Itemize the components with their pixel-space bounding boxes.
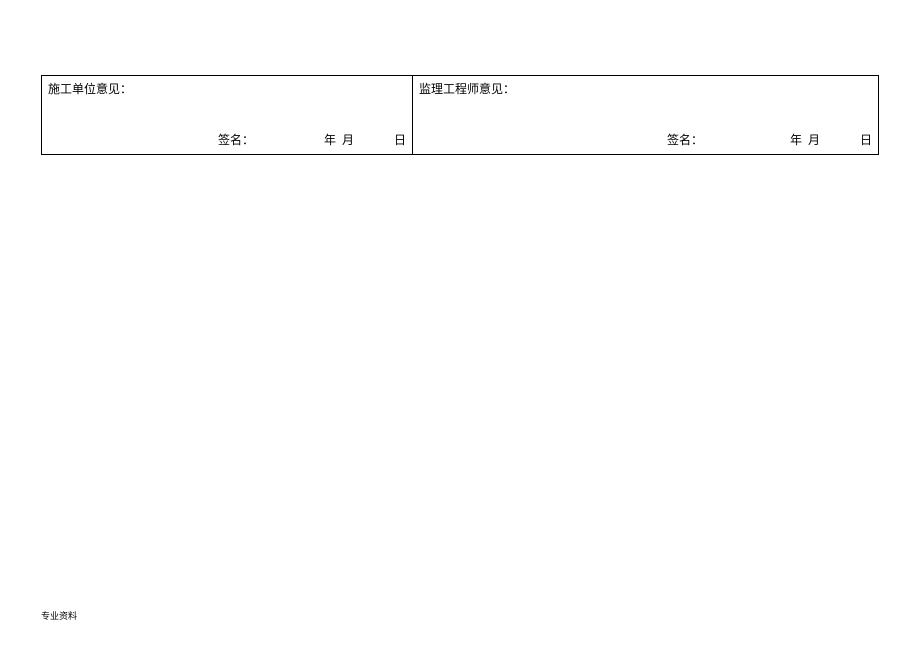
date-day: 日 (860, 132, 872, 149)
date-year-month: 年 月 (324, 132, 354, 149)
supervisor-signature-line: 签名： 年 月 日 (413, 132, 878, 149)
construction-signature-line: 签名： 年 月 日 (42, 132, 412, 149)
construction-opinion-cell: 施工单位意见： 签名： 年 月 日 (41, 75, 412, 155)
supervisor-opinion-title: 监理工程师意见： (419, 81, 872, 98)
date-day: 日 (394, 132, 406, 149)
date-year-month: 年 月 (790, 132, 820, 149)
opinion-table: 施工单位意见： 签名： 年 月 日 监理工程师意见： 签名： 年 月 日 (41, 75, 879, 155)
footer-text: 专业资料 (41, 609, 77, 622)
construction-opinion-title: 施工单位意见： (48, 81, 406, 98)
signature-label: 签名： (218, 132, 254, 149)
supervisor-opinion-cell: 监理工程师意见： 签名： 年 月 日 (412, 75, 879, 155)
signature-label: 签名： (667, 132, 703, 149)
